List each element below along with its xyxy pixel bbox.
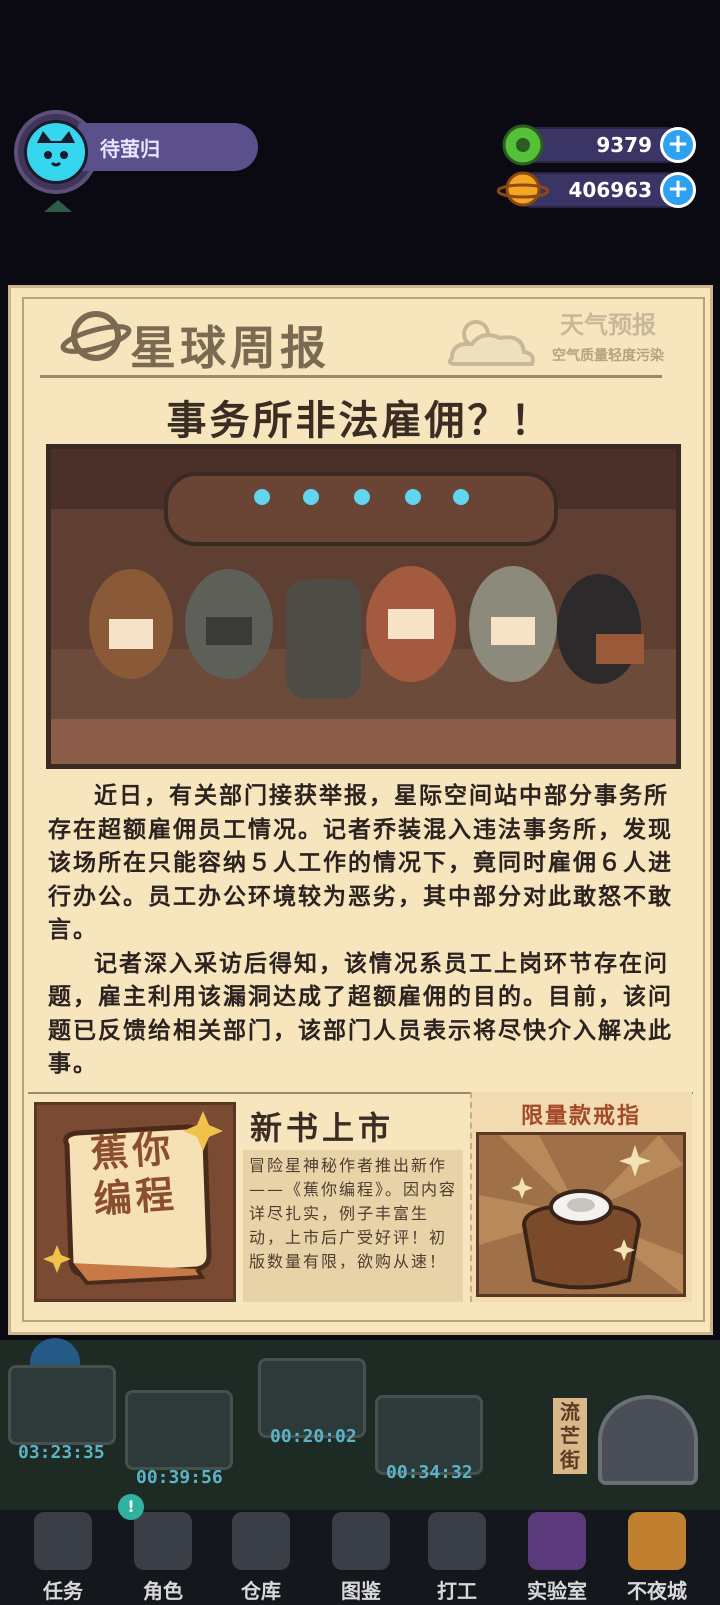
book-cover-title: 蕉你 编程 bbox=[89, 1125, 179, 1223]
nav-work[interactable]: 打工 bbox=[412, 1575, 502, 1604]
article-headline: 事务所非法雇佣？！ bbox=[166, 398, 554, 444]
warehouse-icon bbox=[232, 1512, 290, 1570]
planet-coin-icon bbox=[496, 166, 550, 212]
nav-characters[interactable]: 角色 bbox=[118, 1575, 208, 1604]
article-illustration bbox=[46, 444, 681, 769]
weather-subtitle: 空气质量轻度污染 bbox=[552, 348, 664, 364]
book-cover-line-2: 编程 bbox=[92, 1172, 180, 1222]
work-slot-1[interactable] bbox=[8, 1365, 116, 1445]
new-book-description: 冒险星神秘作者推出新作——《蕉你编程》。因内容详尽扎实，例子丰富生动，上市后广受… bbox=[243, 1150, 463, 1302]
work-icon bbox=[428, 1512, 486, 1570]
nav-night-city[interactable]: 不夜城 bbox=[612, 1575, 702, 1604]
avatar[interactable] bbox=[24, 120, 88, 184]
encyclopedia-icon bbox=[332, 1512, 390, 1570]
masthead-rule bbox=[40, 375, 662, 378]
cat-face-icon bbox=[37, 131, 75, 167]
nav-encyclopedia[interactable]: 图鉴 bbox=[316, 1575, 406, 1604]
chevron-up-icon bbox=[34, 190, 82, 220]
article-paragraph: 近日，有关部门接获举报，星际空间站中部分事务所存在超额雇佣员工情况。记者乔装混入… bbox=[48, 783, 673, 943]
ring-illustration bbox=[476, 1132, 686, 1297]
coin-currency-value: 406963 bbox=[568, 178, 653, 202]
portal-building[interactable] bbox=[598, 1395, 698, 1485]
slot-timer-4: 00:34:32 bbox=[386, 1462, 473, 1483]
new-book-title: 新书上市 bbox=[250, 1109, 395, 1147]
article-body: 近日，有关部门接获举报，星际空间站中部分事务所存在超额雇佣员工情况。记者乔装混入… bbox=[48, 780, 678, 1082]
weather-title: 天气预报 bbox=[560, 311, 656, 339]
cloud-sun-icon bbox=[442, 310, 542, 370]
newspaper-masthead: 星球周报 bbox=[130, 321, 330, 375]
slot-timer-3: 00:20:02 bbox=[270, 1426, 357, 1447]
player-name: 待萤归 bbox=[100, 137, 160, 161]
street-sign[interactable]: 流芒街 bbox=[553, 1398, 587, 1474]
nav-lab[interactable]: 实验室 bbox=[512, 1575, 602, 1604]
task-icon bbox=[34, 1512, 92, 1570]
limited-ring-title: 限量款戒指 bbox=[520, 1104, 641, 1129]
add-donut-button[interactable]: + bbox=[660, 127, 696, 163]
donut-currency-value: 9379 bbox=[596, 133, 652, 157]
book-cover-line-1: 蕉你 bbox=[88, 1126, 176, 1176]
planet-logo-icon bbox=[60, 305, 132, 367]
work-slot-2[interactable] bbox=[125, 1390, 233, 1470]
slot-timer-2: 00:39:56 bbox=[136, 1467, 223, 1488]
nav-warehouse[interactable]: 仓库 bbox=[216, 1575, 306, 1604]
slot-timer-1: 03:23:35 bbox=[18, 1442, 105, 1463]
character-icon bbox=[134, 1512, 192, 1570]
article-paragraph: 记者深入采访后得知，该情况系员工上岗环节存在问题，雇主利用该漏洞达成了超额雇佣的… bbox=[48, 950, 673, 1078]
green-donut-icon bbox=[500, 122, 546, 168]
add-coin-button[interactable]: + bbox=[660, 172, 696, 208]
nav-tasks[interactable]: 任务 bbox=[18, 1575, 108, 1604]
night-city-icon bbox=[628, 1512, 686, 1570]
lab-icon bbox=[528, 1512, 586, 1570]
notification-badge: ! bbox=[118, 1494, 144, 1520]
